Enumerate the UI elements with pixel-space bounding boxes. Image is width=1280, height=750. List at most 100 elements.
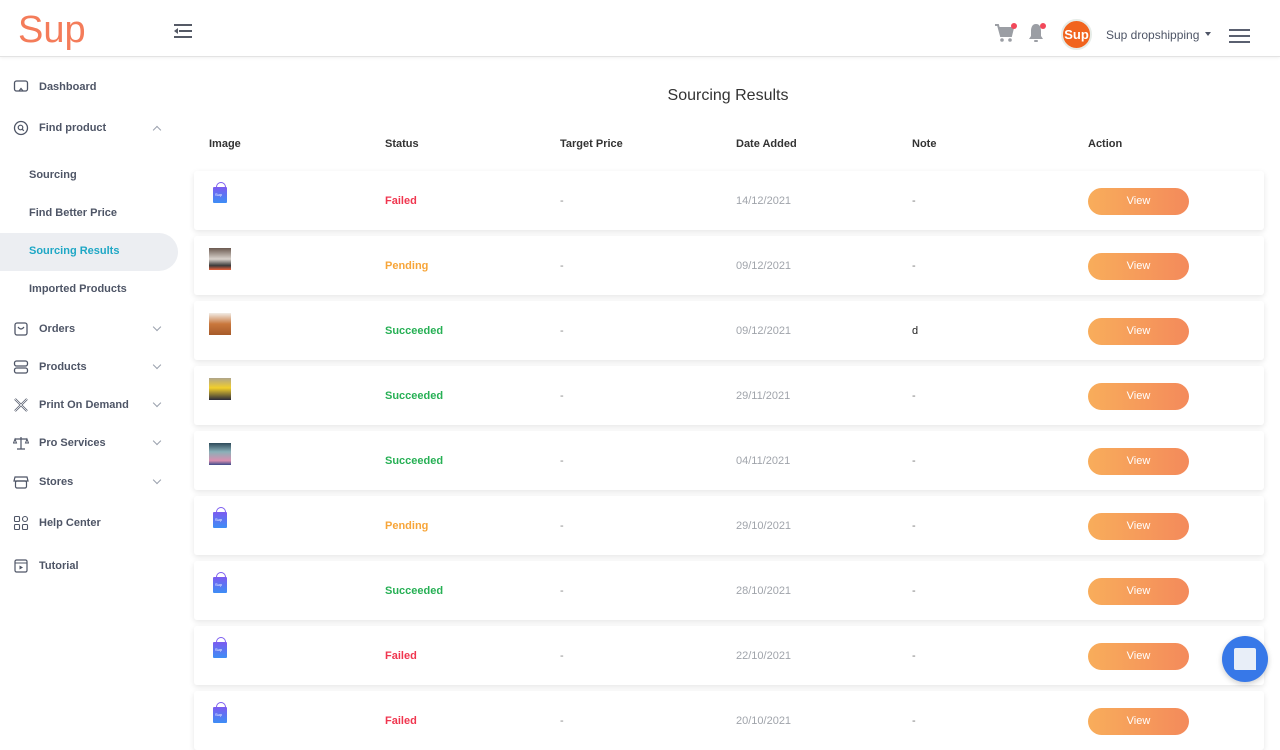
chevron-down-icon: [152, 360, 162, 370]
sidebar-subitem-find-better-price[interactable]: Find Better Price: [0, 195, 178, 233]
sidebar-item-tutorial[interactable]: Tutorial: [0, 547, 180, 585]
product-thumbnail[interactable]: [209, 313, 231, 335]
column-header-image: Image: [209, 138, 241, 150]
sidebar-subitem-sourcing-results[interactable]: Sourcing Results: [0, 233, 178, 271]
table-row: Pending - 29/10/2021 - View: [194, 496, 1264, 555]
collapse-sidebar-icon[interactable]: [174, 24, 192, 38]
product-photo: [209, 378, 231, 400]
sidebar-item-find-product[interactable]: Find product: [0, 109, 180, 147]
cart-button[interactable]: [994, 22, 1017, 49]
table-row: Succeeded - 04/11/2021 - View: [194, 431, 1264, 490]
product-photo: [209, 313, 231, 335]
product-thumbnail[interactable]: [209, 182, 231, 205]
view-button[interactable]: View: [1088, 643, 1189, 670]
sup-bag-icon: [213, 572, 227, 593]
caret-down-icon: [1205, 31, 1212, 36]
date-added: 09/12/2021: [736, 260, 792, 272]
sidebar-item-products[interactable]: Products: [0, 348, 180, 386]
date-added: 09/12/2021: [736, 325, 792, 337]
chat-button[interactable]: [1222, 636, 1268, 682]
sidebar-item-label: Imported Products: [29, 283, 127, 295]
status-label: Failed: [385, 650, 417, 662]
sidebar-item-stores[interactable]: Stores: [0, 463, 180, 501]
table-row: Pending - 09/12/2021 - View: [194, 236, 1264, 295]
sidebar-item-label: Help Center: [39, 517, 101, 529]
sidebar-item-label: Sourcing Results: [29, 245, 120, 257]
view-button[interactable]: View: [1088, 383, 1189, 410]
product-thumbnail[interactable]: [209, 443, 231, 465]
date-added: 20/10/2021: [736, 715, 792, 727]
table-row: Succeeded - 29/11/2021 - View: [194, 366, 1264, 425]
target-price: -: [560, 260, 564, 272]
column-header-date-added: Date Added: [736, 138, 797, 150]
sidebar-item-print-on-demand[interactable]: Print On Demand: [0, 386, 180, 424]
chevron-down-icon: [152, 322, 162, 332]
tools-icon: [14, 398, 28, 412]
sup-bag-icon: [213, 182, 227, 203]
target-price: -: [560, 455, 564, 467]
product-thumbnail[interactable]: [209, 572, 231, 595]
product-thumbnail[interactable]: [209, 248, 231, 270]
product-thumbnail[interactable]: [209, 507, 231, 530]
sidebar-item-help-center[interactable]: Help Center: [0, 504, 180, 542]
status-label: Failed: [385, 715, 417, 727]
sidebar-item-orders[interactable]: Orders: [0, 310, 180, 348]
account-dropdown[interactable]: Sup dropshipping: [1106, 28, 1212, 42]
view-button[interactable]: View: [1088, 513, 1189, 540]
avatar[interactable]: Sup: [1061, 19, 1092, 50]
sidebar-item-dashboard[interactable]: Dashboard: [0, 68, 180, 106]
notifications-button[interactable]: [1027, 22, 1046, 49]
status-label: Succeeded: [385, 325, 444, 337]
view-button[interactable]: View: [1088, 188, 1189, 215]
bag-icon: [14, 322, 28, 336]
table-row: Failed - 22/10/2021 - View: [194, 626, 1264, 685]
note: -: [912, 260, 916, 272]
search-circle-icon: [13, 120, 29, 136]
target-price: -: [560, 520, 564, 532]
sidebar-item-label: Find product: [39, 122, 107, 134]
target-price: -: [560, 585, 564, 597]
note: -: [912, 195, 916, 207]
sidebar-item-pro-services[interactable]: Pro Services: [0, 424, 180, 462]
product-thumbnail[interactable]: [209, 378, 231, 400]
chevron-down-icon: [152, 398, 162, 408]
note: -: [912, 715, 916, 727]
view-button[interactable]: View: [1088, 708, 1189, 735]
logo[interactable]: Sup: [18, 10, 86, 50]
note: d: [912, 325, 919, 337]
sup-bag-icon: [213, 702, 227, 723]
sidebar-subitem-sourcing[interactable]: Sourcing: [0, 157, 178, 195]
notification-badge: [1040, 23, 1046, 29]
product-thumbnail[interactable]: [209, 702, 231, 725]
date-added: 04/11/2021: [736, 455, 791, 467]
main-content: Sourcing Results Image Status Target Pri…: [190, 58, 1280, 750]
date-added: 29/10/2021: [736, 520, 792, 532]
chevron-down-icon: [152, 475, 162, 485]
sidebar-item-label: Dashboard: [39, 81, 97, 93]
sidebar-item-label: Tutorial: [39, 560, 79, 572]
status-label: Pending: [385, 260, 429, 272]
sup-bag-icon: [213, 637, 227, 658]
table-row: Succeeded - 28/10/2021 - View: [194, 561, 1264, 620]
view-button[interactable]: View: [1088, 448, 1189, 475]
view-button[interactable]: View: [1088, 578, 1189, 605]
page-title: Sourcing Results: [667, 87, 789, 104]
table-row: Succeeded - 09/12/2021 d View: [194, 301, 1264, 360]
date-added: 22/10/2021: [736, 650, 792, 662]
view-button[interactable]: View: [1088, 318, 1189, 345]
account-name: Sup dropshipping: [1106, 28, 1200, 42]
view-button[interactable]: View: [1088, 253, 1189, 280]
sidebar-item-label: Find Better Price: [29, 207, 118, 219]
date-added: 14/12/2021: [736, 195, 792, 207]
monitor-icon: [13, 80, 29, 92]
chevron-down-icon: [152, 436, 162, 446]
video-icon: [14, 559, 28, 573]
note: -: [912, 390, 916, 402]
sidebar-subitem-imported-products[interactable]: Imported Products: [0, 271, 178, 309]
target-price: -: [560, 325, 564, 337]
note: -: [912, 585, 916, 597]
product-photo: [209, 443, 231, 465]
scale-icon: [13, 437, 29, 450]
product-thumbnail[interactable]: [209, 637, 231, 660]
hamburger-menu-icon[interactable]: [1229, 29, 1250, 43]
